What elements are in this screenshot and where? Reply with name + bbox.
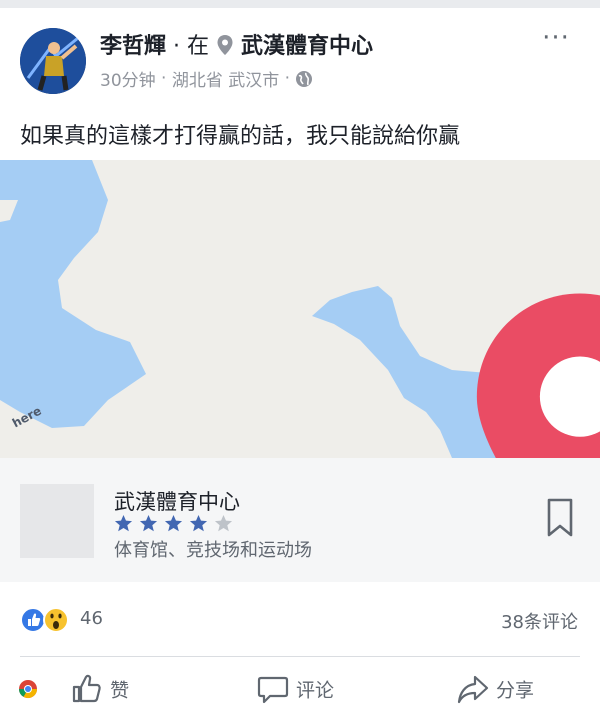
share-label: 分享 bbox=[496, 679, 535, 702]
meta-dot: · bbox=[284, 68, 291, 89]
share-icon bbox=[457, 675, 489, 704]
star-filled-icon bbox=[140, 514, 158, 532]
place-link[interactable]: 武漢體育中心 bbox=[241, 34, 373, 59]
avatar-image bbox=[20, 28, 86, 94]
reaction-icons bbox=[20, 606, 76, 634]
map-pin-icon bbox=[476, 293, 600, 458]
author-name[interactable]: 李哲輝 bbox=[100, 34, 166, 59]
post-location[interactable]: 湖北省 武汉市 bbox=[172, 71, 279, 91]
reactions-summary[interactable]: 46 38条评论 bbox=[0, 596, 600, 646]
star-filled-icon bbox=[114, 514, 133, 532]
place-card-title[interactable]: 武漢體育中心 bbox=[114, 486, 240, 516]
divider bbox=[20, 656, 580, 657]
comment-count[interactable]: 38条评论 bbox=[501, 608, 578, 634]
chrome-icon bbox=[18, 680, 37, 699]
star-filled-icon bbox=[165, 514, 183, 532]
rating-stars bbox=[114, 514, 234, 534]
place-thumbnail bbox=[20, 484, 94, 558]
separator-dot: · bbox=[173, 34, 181, 59]
comment-icon bbox=[257, 676, 289, 704]
action-bar: 赞 评论 分享 bbox=[0, 660, 600, 719]
globe-icon bbox=[295, 70, 313, 88]
at-label: 在 bbox=[187, 34, 210, 59]
post-text: 如果真的這樣才打得贏的話，我只能說給你贏 bbox=[20, 124, 461, 149]
map-preview[interactable]: here bbox=[0, 160, 600, 458]
post-time[interactable]: 30分钟 bbox=[100, 71, 156, 91]
like-button[interactable]: 赞 bbox=[18, 672, 129, 708]
comment-label: 评论 bbox=[296, 679, 335, 702]
reaction-count[interactable]: 46 bbox=[80, 608, 103, 629]
bookmark-icon[interactable] bbox=[546, 498, 574, 538]
post-meta: 30分钟 · 湖北省 武汉市 · bbox=[100, 66, 313, 91]
star-filled-icon bbox=[190, 514, 208, 532]
author-line: 李哲輝 · 在 武漢體育中心 bbox=[100, 28, 373, 60]
place-card[interactable]: 武漢體育中心 体育馆、竞技场和运动场 bbox=[0, 458, 600, 582]
post-header: 李哲輝 · 在 武漢體育中心 30分钟 · 湖北省 武汉市 · ··· bbox=[0, 8, 600, 96]
avatar[interactable] bbox=[20, 28, 86, 94]
comment-button[interactable]: 评论 bbox=[256, 672, 334, 708]
meta-dot: · bbox=[161, 68, 167, 89]
location-pin-icon bbox=[216, 34, 234, 56]
place-category: 体育馆、竞技场和运动场 bbox=[114, 540, 312, 561]
like-label: 赞 bbox=[110, 679, 130, 702]
more-options-button[interactable]: ··· bbox=[536, 25, 576, 58]
feed-separator bbox=[0, 0, 600, 8]
like-reaction-icon bbox=[20, 607, 46, 633]
star-empty-icon bbox=[215, 514, 233, 532]
wow-reaction-icon bbox=[43, 607, 69, 633]
share-button[interactable]: 分享 bbox=[456, 672, 534, 708]
thumbs-up-icon bbox=[72, 674, 101, 703]
